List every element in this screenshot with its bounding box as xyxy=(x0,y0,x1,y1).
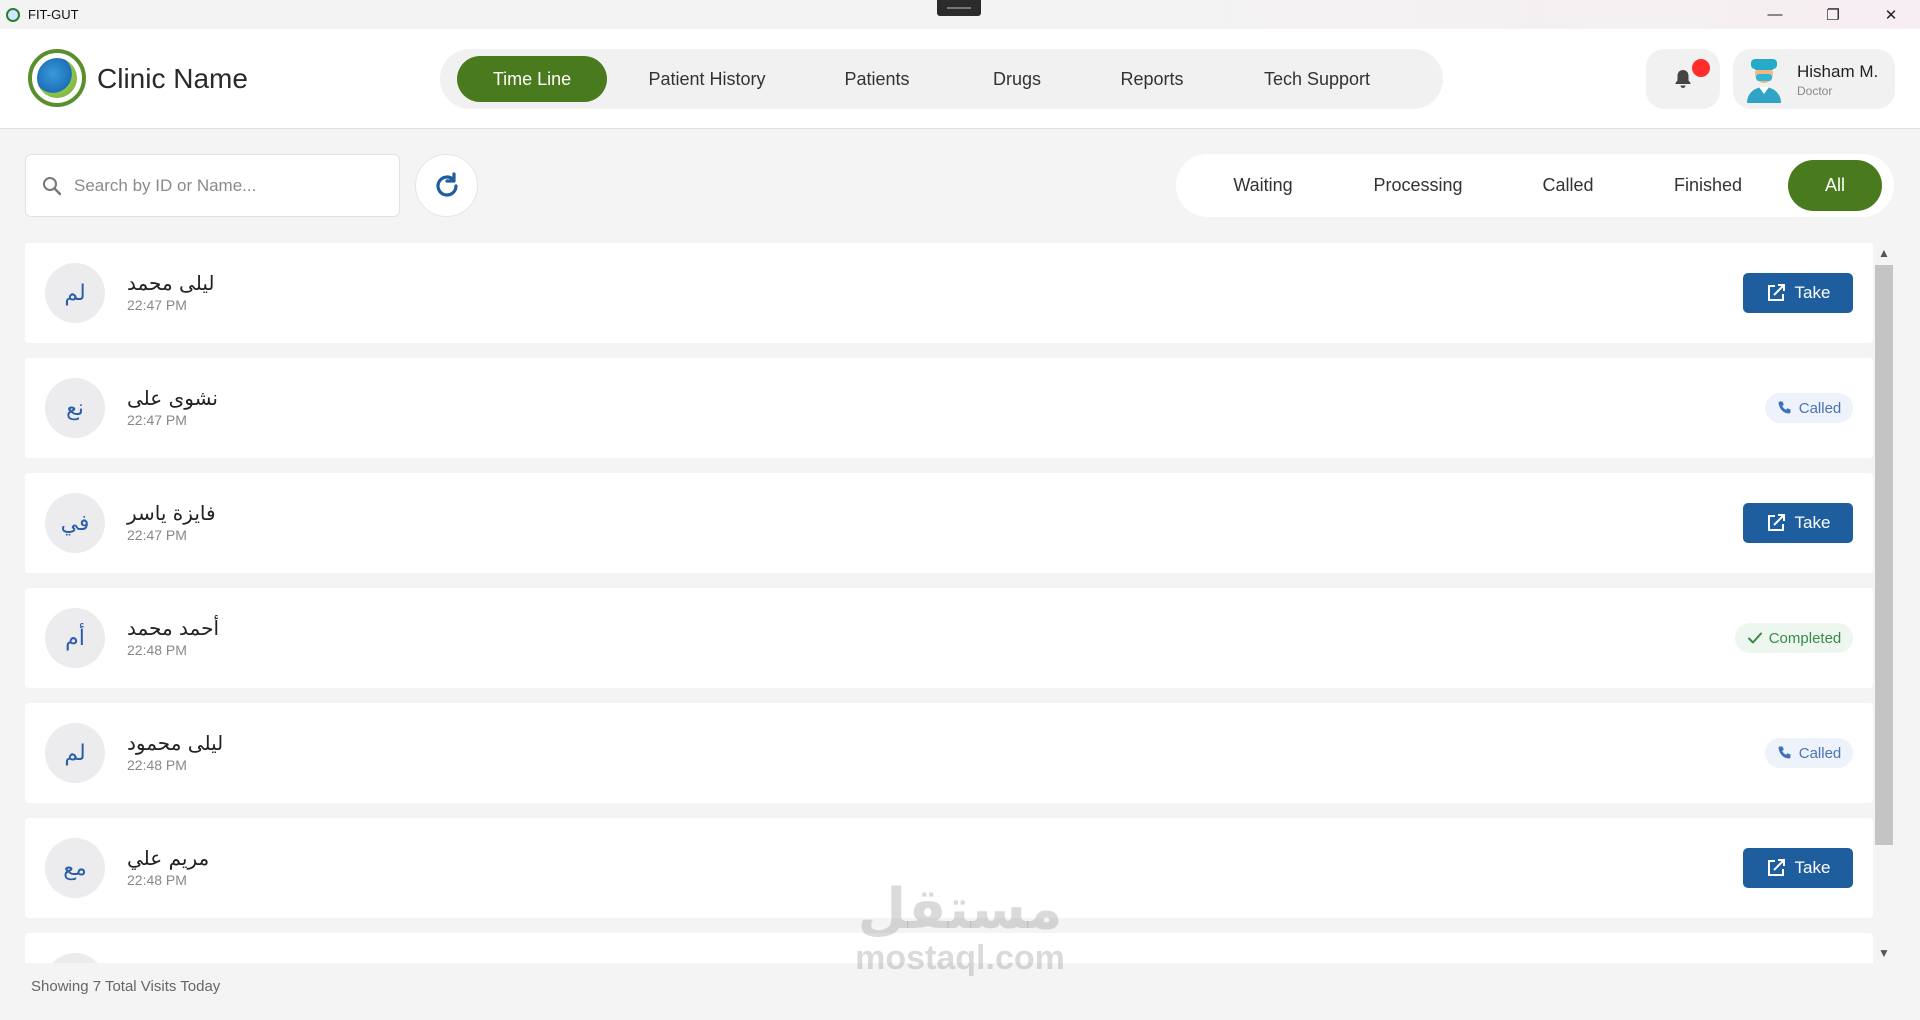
patient-name: فايزة ياسر xyxy=(127,501,216,525)
filter-finished[interactable]: Finished xyxy=(1638,160,1778,211)
notification-badge xyxy=(1692,59,1710,77)
take-button[interactable]: Take xyxy=(1743,848,1853,888)
app-header: Clinic Name Time Line Patient History Pa… xyxy=(0,29,1920,129)
status-badge-called: Called xyxy=(1765,738,1853,768)
clinic-name: Clinic Name xyxy=(97,63,248,94)
external-edit-icon xyxy=(1767,859,1785,876)
filter-all[interactable]: All xyxy=(1788,160,1882,211)
scroll-thumb[interactable] xyxy=(1875,265,1893,845)
visit-row: في فايزة ياسر 22:47 PM Take xyxy=(25,473,1873,573)
doctor-avatar xyxy=(1747,59,1781,103)
nav-reports[interactable]: Reports xyxy=(1087,56,1217,102)
take-button[interactable]: Take xyxy=(1743,273,1853,313)
visit-time: 22:47 PM xyxy=(127,412,187,428)
visit-row-partial xyxy=(25,933,1873,963)
scroll-up-icon[interactable]: ▲ xyxy=(1873,243,1895,263)
notifications-button[interactable] xyxy=(1646,49,1720,109)
drag-handle[interactable] xyxy=(937,0,981,16)
visit-time: 22:48 PM xyxy=(127,872,187,888)
restore-button[interactable]: ❐ xyxy=(1804,0,1862,29)
status-label: Called xyxy=(1798,399,1842,417)
refresh-button[interactable] xyxy=(415,154,478,217)
nav-tech-support[interactable]: Tech Support xyxy=(1227,56,1407,102)
take-label: Take xyxy=(1794,283,1831,302)
refresh-icon xyxy=(435,171,458,197)
nav-drugs[interactable]: Drugs xyxy=(957,56,1077,102)
patient-initials: لم xyxy=(45,723,105,783)
search-input[interactable] xyxy=(74,175,374,196)
user-menu[interactable]: Hisham M. Doctor xyxy=(1733,49,1895,109)
take-label: Take xyxy=(1794,858,1831,877)
filter-waiting[interactable]: Waiting xyxy=(1198,160,1328,211)
patient-initials: في xyxy=(45,493,105,553)
search-box xyxy=(25,154,400,217)
search-icon xyxy=(43,176,62,195)
filter-called[interactable]: Called xyxy=(1508,160,1628,211)
visit-row: نع نشوى على 22:47 PM Called xyxy=(25,358,1873,458)
stomach-logo-icon xyxy=(37,58,77,98)
visit-time: 22:47 PM xyxy=(127,527,187,543)
nav-patients[interactable]: Patients xyxy=(807,56,947,102)
visits-list: لم ليلى محمد 22:47 PM Take نع نشوى على 2… xyxy=(25,243,1873,963)
take-button[interactable]: Take xyxy=(1743,503,1853,543)
check-icon xyxy=(1747,632,1762,644)
patient-initials: لم xyxy=(45,263,105,323)
patient-name: ليلى محمود xyxy=(127,731,224,755)
minimize-button[interactable]: — xyxy=(1746,0,1804,29)
scroll-down-icon[interactable]: ▼ xyxy=(1873,943,1895,963)
external-edit-icon xyxy=(1767,514,1785,531)
visit-time: 22:48 PM xyxy=(127,757,187,773)
nav-timeline[interactable]: Time Line xyxy=(457,56,607,102)
user-role: Doctor xyxy=(1797,84,1833,98)
patient-initials: مع xyxy=(45,838,105,898)
visits-summary: Showing 7 Total Visits Today xyxy=(31,978,221,995)
patient-name: نشوى على xyxy=(127,386,218,410)
status-filter: Waiting Processing Called Finished All xyxy=(1176,154,1894,217)
window-title: FIT-GUT xyxy=(28,7,79,22)
phone-icon xyxy=(1778,401,1791,414)
list-scrollbar[interactable]: ▲ ▼ xyxy=(1873,243,1895,963)
visit-row: لم ليلى محمد 22:47 PM Take xyxy=(25,243,1873,343)
visit-time: 22:47 PM xyxy=(127,297,187,313)
phone-icon xyxy=(1778,746,1791,759)
visit-time: 22:48 PM xyxy=(127,642,187,658)
status-badge-called: Called xyxy=(1765,393,1853,423)
visit-row: لم ليلى محمود 22:48 PM Called xyxy=(25,703,1873,803)
status-badge-completed: Completed xyxy=(1735,623,1853,653)
app-logo-icon xyxy=(6,7,20,22)
take-label: Take xyxy=(1794,513,1831,532)
close-button[interactable]: ✕ xyxy=(1862,0,1920,29)
patient-name: ليلى محمد xyxy=(127,271,215,295)
window-controls: — ❐ ✕ xyxy=(1746,0,1920,29)
user-name: Hisham M. xyxy=(1797,62,1879,81)
window-titlebar: FIT-GUT — ❐ ✕ xyxy=(0,0,1920,29)
clinic-logo xyxy=(28,49,86,107)
patient-initials xyxy=(45,953,105,963)
nav-patient-history[interactable]: Patient History xyxy=(617,56,797,102)
status-label: Completed xyxy=(1768,629,1842,647)
visit-row: مع مريم علي 22:48 PM Take xyxy=(25,818,1873,918)
external-edit-icon xyxy=(1767,284,1785,301)
patient-name: أحمد محمد xyxy=(127,616,220,640)
bell-icon xyxy=(1675,70,1691,88)
visit-row: أم أحمد محمد 22:48 PM Completed xyxy=(25,588,1873,688)
patient-name: مريم علي xyxy=(127,846,210,870)
patient-initials: نع xyxy=(45,378,105,438)
main-nav: Time Line Patient History Patients Drugs… xyxy=(440,49,1443,109)
status-label: Called xyxy=(1798,744,1842,762)
patient-initials: أم xyxy=(45,608,105,668)
filter-processing[interactable]: Processing xyxy=(1338,160,1498,211)
